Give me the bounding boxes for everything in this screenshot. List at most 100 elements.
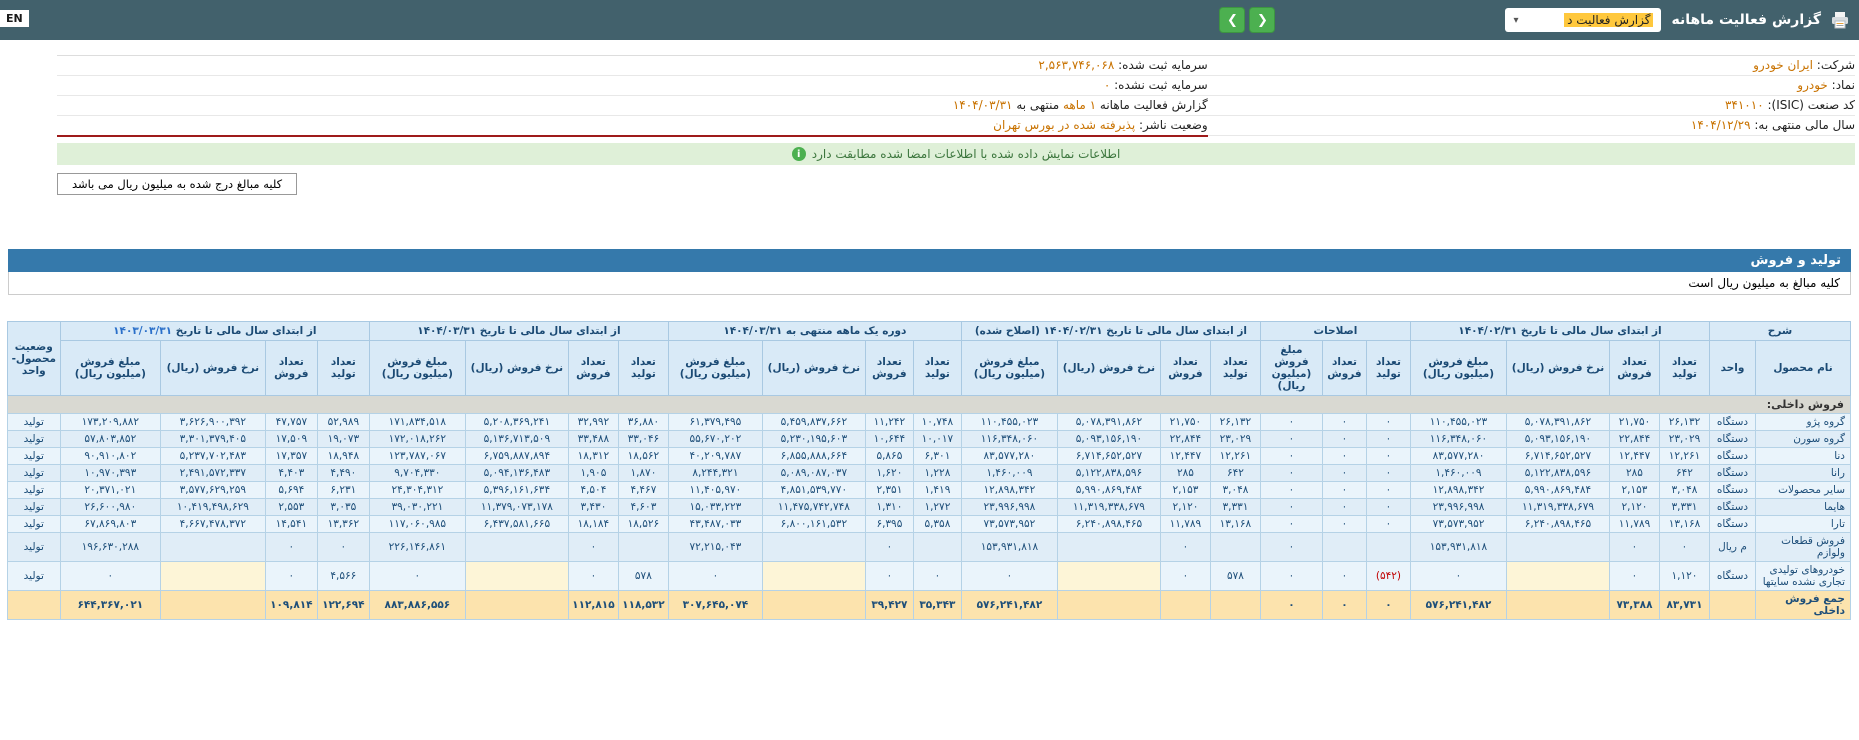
company-label: شرکت: xyxy=(1817,58,1855,72)
report-icon[interactable] xyxy=(1831,12,1849,29)
value-cell: ۱۱۶,۳۴۸,۰۶۰ xyxy=(961,431,1057,448)
value-cell: ۱,۱۲۰ xyxy=(1660,562,1710,591)
next-report-button[interactable]: ❯ xyxy=(1219,7,1245,33)
product-name-cell: گروه سورن xyxy=(1756,431,1851,448)
prev-report-button[interactable]: ❮ xyxy=(1249,7,1275,33)
report-type-dropdown[interactable]: گزارش فعالیت د ▾ xyxy=(1505,8,1661,32)
value-cell: ۰ xyxy=(1260,591,1322,620)
column-group-prev: از ابتدای سال مالی تا تاریخ ۱۴۰۳/۰۳/۳۱ xyxy=(60,322,369,341)
value-cell: ۶۷,۸۶۹,۸۰۳ xyxy=(60,516,160,533)
product-name-cell: جمع فروش داخلی xyxy=(1756,591,1851,620)
value-cell: ۰ xyxy=(961,562,1057,591)
value-cell: ۱۱,۲۴۲ xyxy=(865,414,913,431)
value-cell: ۵,۹۹۰,۸۶۹,۴۸۴ xyxy=(1057,482,1160,499)
table-row: خودروهای تولیدی تجاری نشده سایتهادستگاه۱… xyxy=(7,562,1850,591)
value-cell: ۲۸۵ xyxy=(1610,465,1660,482)
value-cell xyxy=(1057,533,1160,562)
value-cell: ۴,۵۶۶ xyxy=(317,562,369,591)
unregistered-capital-value: ۰ xyxy=(1104,78,1110,92)
language-toggle[interactable]: EN xyxy=(0,10,29,27)
value-cell: ۱۷۱,۸۳۴,۵۱۸ xyxy=(369,414,465,431)
value-cell xyxy=(465,533,568,562)
col-header: تعداد تولید xyxy=(1210,341,1260,396)
fiscal-year-label: سال مالی منتهی به: xyxy=(1754,118,1855,132)
unit-cell: دستگاه xyxy=(1710,499,1756,516)
status-cell: تولید xyxy=(7,499,60,516)
value-cell xyxy=(1507,591,1610,620)
value-cell: ۱۰,۰۱۷ xyxy=(913,431,961,448)
value-cell: (۵۴۲) xyxy=(1366,562,1410,591)
col-header-product-name: نام محصول xyxy=(1756,341,1851,396)
value-cell: ۶,۳۰۱ xyxy=(913,448,961,465)
col-header: تعداد تولید xyxy=(1366,341,1410,396)
value-cell xyxy=(762,562,865,591)
value-cell: ۰ xyxy=(1160,562,1210,591)
value-cell: ۰ xyxy=(1366,482,1410,499)
value-cell: ۳,۰۴۸ xyxy=(1210,482,1260,499)
prev-period-date-link[interactable]: ۱۴۰۳/۰۳/۳۱ xyxy=(113,325,172,337)
col-header: تعداد تولید xyxy=(913,341,961,396)
value-cell: ۵,۰۸۹,۰۸۷,۰۳۷ xyxy=(762,465,865,482)
company-info-panel: شرکت: ایران خودرو نماد: خودرو کد صنعت (I… xyxy=(57,55,1855,137)
value-cell: ۰ xyxy=(1322,482,1366,499)
unit-cell: دستگاه xyxy=(1710,562,1756,591)
unit-cell: دستگاه xyxy=(1710,414,1756,431)
value-cell: ۶,۴۳۷,۵۸۱,۶۶۵ xyxy=(465,516,568,533)
value-cell: ۵,۱۲۲,۸۳۸,۵۹۶ xyxy=(1057,465,1160,482)
value-cell: ۶,۳۹۵ xyxy=(865,516,913,533)
status-cell: تولید xyxy=(7,533,60,562)
value-cell: ۳,۳۳۱ xyxy=(1210,499,1260,516)
value-cell: ۲۲,۸۴۴ xyxy=(1610,431,1660,448)
symbol-link[interactable]: خودرو xyxy=(1797,78,1828,92)
value-cell: ۰ xyxy=(865,533,913,562)
value-cell: ۵,۶۹۴ xyxy=(265,482,317,499)
value-cell: ۵۷۸ xyxy=(618,562,668,591)
value-cell: ۹,۷۰۴,۳۳۰ xyxy=(369,465,465,482)
unit-cell: دستگاه xyxy=(1710,431,1756,448)
table-row: تارادستگاه۱۳,۱۶۸۱۱,۷۸۹۶,۲۴۰,۸۹۸,۴۶۵۷۳,۵۷… xyxy=(7,516,1850,533)
value-cell xyxy=(1210,591,1260,620)
col-header: نرخ فروش (ریال) xyxy=(160,341,265,396)
product-name-cell: رانا xyxy=(1756,465,1851,482)
value-cell: ۱,۳۱۰ xyxy=(865,499,913,516)
value-cell: ۱,۴۶۰,۰۰۹ xyxy=(1410,465,1506,482)
value-cell: ۱,۲۲۸ xyxy=(913,465,961,482)
value-cell: ۱۲,۴۴۷ xyxy=(1160,448,1210,465)
value-cell: ۳۶,۸۸۰ xyxy=(618,414,668,431)
value-cell: ۰ xyxy=(1366,499,1410,516)
value-cell: ۱۰,۶۴۴ xyxy=(865,431,913,448)
value-cell: ۸۸۳,۸۸۶,۵۵۶ xyxy=(369,591,465,620)
value-cell: ۰ xyxy=(1366,591,1410,620)
value-cell: ۵,۲۳۰,۱۹۵,۶۰۳ xyxy=(762,431,865,448)
col-header: مبلغ فروش (میلیون ریال) xyxy=(961,341,1057,396)
value-cell: ۵۷۶,۲۴۱,۴۸۲ xyxy=(961,591,1057,620)
column-group-desc: شرح xyxy=(1710,322,1851,341)
column-group-y03: از ابتدای سال مالی تا تاریخ ۱۴۰۴/۰۳/۳۱ xyxy=(369,322,668,341)
value-cell: ۱۲,۲۶۱ xyxy=(1660,448,1710,465)
value-cell: ۰ xyxy=(1322,591,1366,620)
value-cell: ۱,۲۷۲ xyxy=(913,499,961,516)
value-cell: ۲۳,۰۲۹ xyxy=(1210,431,1260,448)
value-cell: ۱۰,۷۴۸ xyxy=(913,414,961,431)
value-cell xyxy=(1322,533,1366,562)
company-name-link[interactable]: ایران خودرو xyxy=(1753,58,1813,72)
value-cell: ۵,۹۹۰,۸۶۹,۴۸۴ xyxy=(1507,482,1610,499)
value-cell: ۱۷۳,۲۰۹,۸۸۲ xyxy=(60,414,160,431)
value-cell: ۰ xyxy=(1366,448,1410,465)
value-cell: ۰ xyxy=(1322,516,1366,533)
value-cell: ۰ xyxy=(865,562,913,591)
value-cell: ۱۷,۳۵۷ xyxy=(265,448,317,465)
value-cell: ۳۳,۰۴۶ xyxy=(618,431,668,448)
section-header: تولید و فروش xyxy=(8,249,1851,272)
value-cell: ۰ xyxy=(1322,562,1366,591)
value-cell: ۱۱,۷۸۹ xyxy=(1610,516,1660,533)
value-cell: ۴۰,۲۰۹,۷۸۷ xyxy=(668,448,762,465)
value-cell: ۲۶,۶۰۰,۹۸۰ xyxy=(60,499,160,516)
value-cell: ۰ xyxy=(1260,499,1322,516)
col-header: نرخ فروش (ریال) xyxy=(762,341,865,396)
value-cell xyxy=(762,591,865,620)
value-cell xyxy=(913,533,961,562)
value-cell: ۴,۸۵۱,۵۳۹,۷۷۰ xyxy=(762,482,865,499)
value-cell: ۰ xyxy=(1322,448,1366,465)
value-cell: ۰ xyxy=(1366,516,1410,533)
